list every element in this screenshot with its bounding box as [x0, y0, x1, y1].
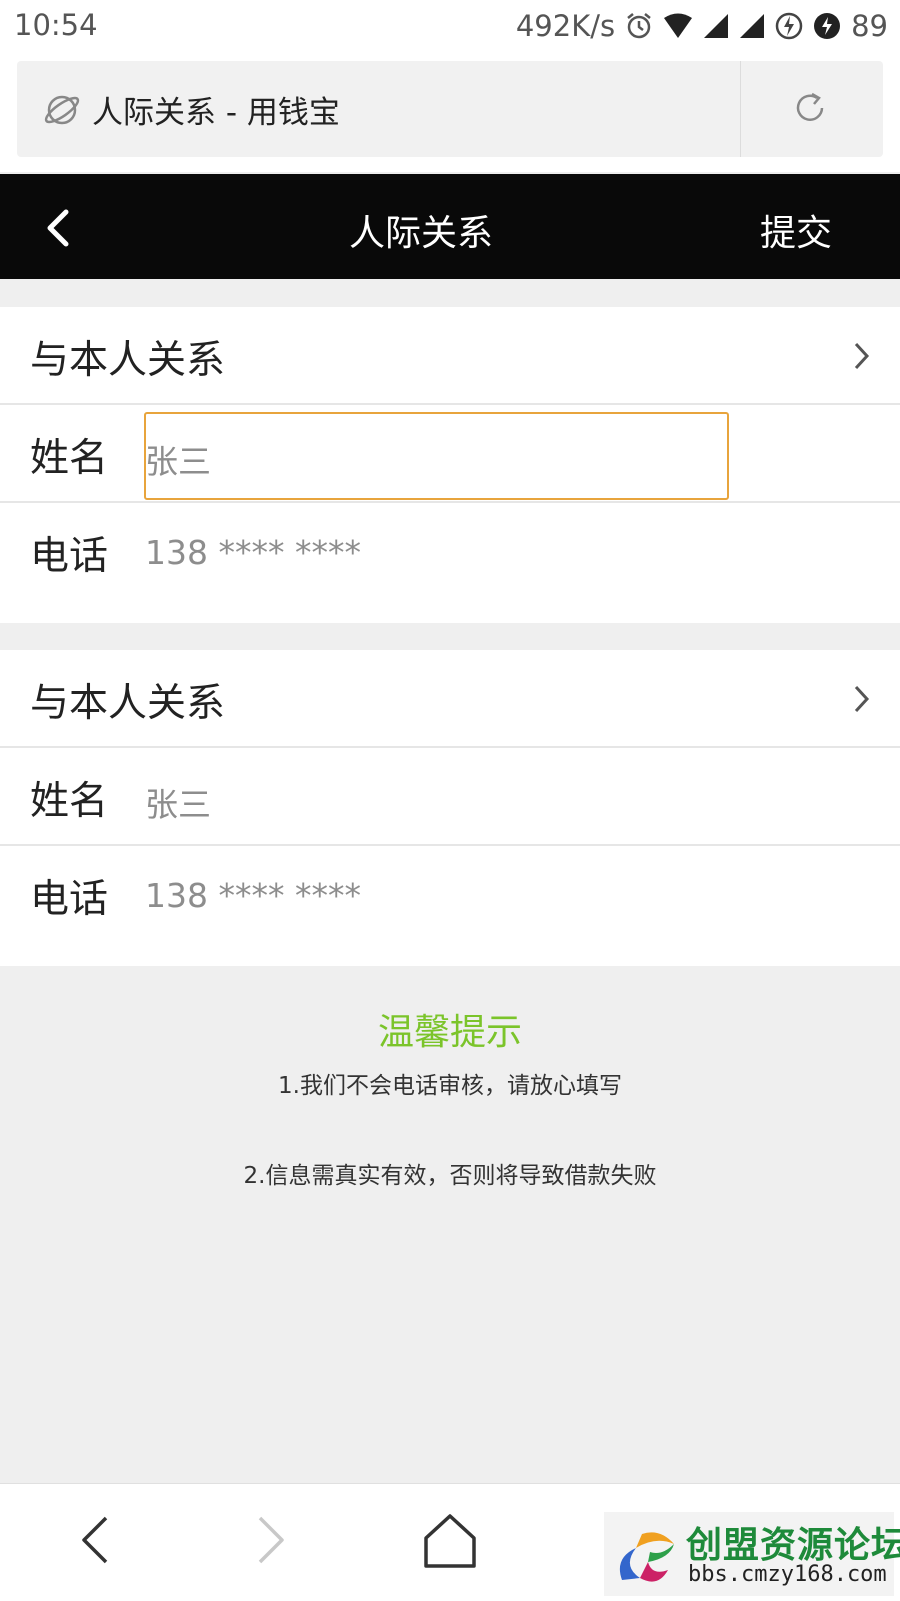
name-label: 姓名 [30, 436, 109, 481]
chevron-right-icon [854, 685, 870, 713]
phone-input[interactable]: 138 **** **** [145, 533, 361, 572]
wifi-icon [664, 13, 693, 38]
signal-icon [704, 14, 729, 38]
battery-level: 89 [851, 9, 888, 43]
phone-row: 电话 138 **** **** [0, 503, 900, 599]
watermark-url: bbs.cmzy168.com [688, 1562, 887, 1587]
tip-line-2: 2.信息需真实有效，否则将导致借款失败 [243, 1163, 657, 1189]
network-speed: 492K/s [515, 9, 616, 43]
chevron-right-icon [854, 342, 870, 370]
relation-row[interactable]: 与本人关系 [0, 307, 900, 403]
phone-row: 电话 138 **** **** [0, 846, 900, 942]
phone-label: 电话 [30, 534, 109, 579]
name-input-focus-outline[interactable] [144, 412, 729, 500]
watermark-logo-icon [619, 1532, 674, 1582]
refresh-icon[interactable] [790, 88, 830, 128]
relation-label: 与本人关系 [30, 681, 226, 726]
name-label: 姓名 [30, 779, 109, 824]
phone-label: 电话 [30, 877, 109, 922]
relation-label: 与本人关系 [30, 338, 226, 383]
signal-icon [740, 14, 765, 38]
watermark-title: 创盟资源论坛 [686, 1525, 900, 1566]
name-input[interactable]: 张三 [145, 778, 211, 826]
phone-input[interactable]: 138 **** **** [145, 876, 361, 915]
tip-line-1: 1.我们不会电话审核，请放心填写 [278, 1073, 622, 1099]
status-time: 10:54 [14, 8, 98, 42]
globe-icon [44, 95, 80, 125]
status-icons: 492K/s 89 [516, 8, 888, 44]
charging-icon [775, 12, 803, 40]
forward-arrow-icon[interactable] [240, 1510, 300, 1570]
tips-title: 温馨提示 [377, 1012, 522, 1053]
header-title: 人际关系 [348, 213, 493, 254]
home-icon[interactable] [420, 1510, 480, 1570]
name-row: 姓名 张三 [0, 748, 900, 844]
submit-button[interactable]: 提交 [760, 204, 832, 256]
back-arrow-icon[interactable] [66, 1510, 126, 1570]
alarm-icon [627, 13, 651, 39]
relation-row[interactable]: 与本人关系 [0, 650, 900, 746]
contact-group-2: 与本人关系 姓名 张三 电话 138 **** **** [0, 650, 900, 966]
page-title[interactable]: 人际关系 - 用钱宝 [92, 87, 340, 132]
battery-icon [814, 13, 841, 39]
address-bar-divider [740, 61, 741, 157]
